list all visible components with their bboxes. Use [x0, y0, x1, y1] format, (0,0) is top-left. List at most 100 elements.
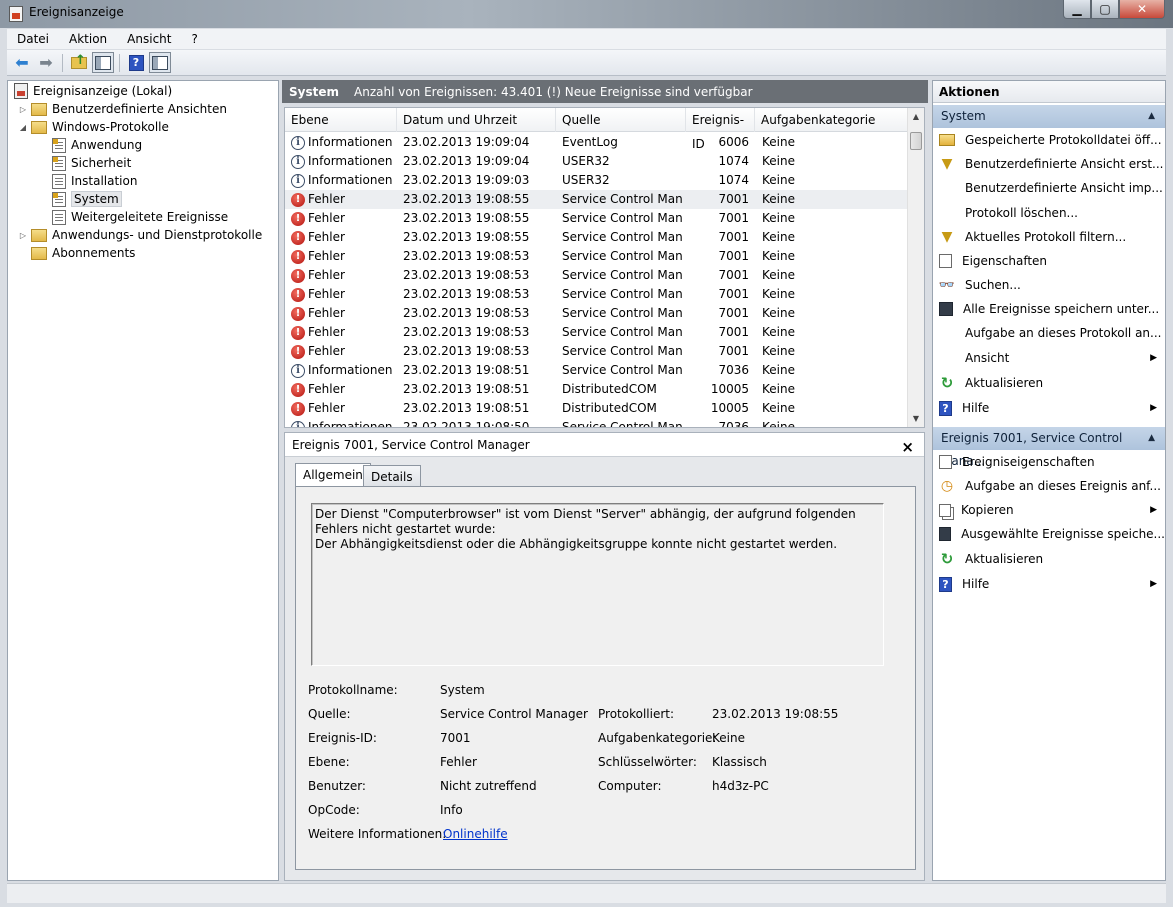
expand-arrow-icon[interactable]: ▷	[18, 105, 28, 114]
tree-item-subscriptions[interactable]: Abonnements	[31, 244, 135, 262]
opcode-label: OpCode:	[308, 803, 360, 817]
show-hide-action-pane-button[interactable]	[149, 52, 171, 73]
tree-item-security[interactable]: Sicherheit	[52, 154, 131, 172]
event-id-cell: 7001	[718, 230, 749, 244]
menu-ansicht[interactable]: Ansicht	[117, 32, 181, 46]
source-value: Service Control Manager	[440, 707, 588, 721]
column-header-event-id[interactable]: Ereignis-ID	[686, 108, 755, 151]
table-row[interactable]: ! Fehler 23.02.2013 19:08:53 Service Contro…	[285, 266, 907, 285]
table-row[interactable]: ! Fehler 23.02.2013 19:08:55 Service Contro…	[285, 209, 907, 228]
tree-item-windows-logs[interactable]: ◢ Windows-Protokolle	[18, 118, 169, 136]
event-viewer-app-icon[interactable]	[9, 6, 23, 22]
forward-button[interactable]: ➡	[35, 52, 57, 73]
table-row[interactable]: i Informationen 23.02.2013 19:08:51 Service…	[285, 361, 907, 380]
collapse-caret-icon[interactable]: ▲	[1148, 105, 1155, 128]
menu-aktion[interactable]: Aktion	[59, 32, 117, 46]
toolbar-separator	[119, 53, 120, 72]
level-text: Fehler	[308, 192, 345, 206]
tree-item-custom-views[interactable]: ▷ Benutzerdefinierte Ansichten	[18, 100, 227, 118]
action-item[interactable]: ? Hilfe ▶	[933, 573, 1165, 595]
table-row[interactable]: i Informationen 23.02.2013 19:08:50 Service…	[285, 418, 907, 427]
action-item[interactable]: ▼ Benutzerdefinierte Ansicht erst...	[933, 153, 1165, 175]
table-row[interactable]: i Informationen 23.02.2013 19:09:04 EventLo…	[285, 133, 907, 152]
table-row[interactable]: ! Fehler 23.02.2013 19:08:53 Service Contro…	[285, 285, 907, 304]
column-header-category[interactable]: Aufgabenkategorie	[755, 108, 907, 132]
action-item[interactable]: Aufgabe an dieses Protokoll an...	[933, 322, 1165, 344]
collapse-caret-icon[interactable]: ▲	[1148, 427, 1155, 450]
show-hide-console-tree-button[interactable]	[92, 52, 114, 73]
tree-item-setup[interactable]: Installation	[52, 172, 137, 190]
menu-help[interactable]: ?	[181, 32, 207, 46]
up-one-level-button[interactable]	[68, 52, 90, 73]
maximize-button[interactable]: ▢	[1091, 0, 1119, 19]
action-item[interactable]: Eigenschaften	[933, 250, 1165, 272]
action-item[interactable]: ◷ Aufgabe an dieses Ereignis anf...	[933, 475, 1165, 497]
tree-item-app-service-logs[interactable]: ▷ Anwendungs- und Dienstprotokolle	[18, 226, 262, 244]
close-icon[interactable]: ×	[901, 435, 914, 459]
help-button[interactable]: ?	[125, 52, 147, 73]
submenu-arrow-icon: ▶	[1150, 505, 1157, 515]
action-item[interactable]: ↻ Aktualisieren	[933, 372, 1165, 394]
column-header-level[interactable]: Ebene	[285, 108, 397, 132]
blank-icon	[939, 350, 955, 366]
table-row[interactable]: ! Fehler 23.02.2013 19:08:51 DistributedCOM…	[285, 399, 907, 418]
tree-item-root[interactable]: Ereignisanzeige (Lokal)	[14, 82, 172, 100]
action-item[interactable]: Alle Ereignisse speichern unter...	[933, 298, 1165, 320]
actions-section-system[interactable]: System ▲	[933, 105, 1165, 128]
action-item[interactable]: Kopieren ▶	[933, 499, 1165, 521]
level-value: Fehler	[440, 755, 477, 769]
table-row[interactable]: ! Fehler 23.02.2013 19:08:53 Service Contro…	[285, 323, 907, 342]
table-row[interactable]: ! Fehler 23.02.2013 19:08:53 Service Contro…	[285, 304, 907, 323]
action-item[interactable]: Ausgewählte Ereignisse speiche...	[933, 523, 1165, 545]
column-header-source[interactable]: Quelle	[556, 108, 686, 132]
table-row[interactable]: ! Fehler 23.02.2013 19:08:53 Service Contro…	[285, 247, 907, 266]
action-label: Aktualisieren	[965, 376, 1044, 390]
action-item[interactable]: ? Hilfe ▶	[933, 397, 1165, 419]
scroll-up-icon[interactable]: ▲	[908, 108, 924, 125]
collapse-arrow-icon[interactable]: ◢	[18, 123, 28, 132]
action-item[interactable]: ▼ Aktuelles Protokoll filtern...	[933, 226, 1165, 248]
back-button[interactable]: ⬅	[11, 52, 33, 73]
event-id-cell: 7001	[718, 249, 749, 263]
menu-datei[interactable]: Datei	[7, 32, 59, 46]
scroll-down-icon[interactable]: ▼	[908, 410, 924, 427]
tab-details[interactable]: Details	[363, 465, 421, 488]
tree-item-application[interactable]: Anwendung	[52, 136, 142, 154]
close-button[interactable]: ✕	[1119, 0, 1165, 19]
event-list-scrollbar[interactable]: ▲ ▼	[907, 108, 924, 427]
table-row[interactable]: ! Fehler 23.02.2013 19:08:51 DistributedCOM…	[285, 380, 907, 399]
actions-pane: Aktionen System ▲ Gespeicherte Protokoll…	[932, 80, 1166, 881]
action-item[interactable]: 👓 Suchen...	[933, 274, 1165, 296]
expand-arrow-icon[interactable]: ▷	[18, 231, 28, 240]
action-item[interactable]: Gespeicherte Protokolldatei öff...	[933, 129, 1165, 151]
table-row[interactable]: ! Fehler 23.02.2013 19:08:53 Service Contro…	[285, 342, 907, 361]
table-row[interactable]: ! Fehler 23.02.2013 19:08:55 Service Contro…	[285, 228, 907, 247]
action-item[interactable]: ↻ Aktualisieren	[933, 548, 1165, 570]
scrollbar-thumb[interactable]	[910, 132, 922, 150]
online-help-link[interactable]: Onlinehilfe	[443, 827, 508, 841]
action-item[interactable]: Protokoll löschen...	[933, 202, 1165, 224]
date-cell: 23.02.2013 19:09:03	[403, 173, 530, 187]
actions-section-event[interactable]: Ereignis 7001, Service Control Mana... ▲	[933, 427, 1165, 468]
action-label: Suchen...	[965, 278, 1021, 292]
source-cell: Service Control Man...	[562, 249, 682, 263]
table-row[interactable]: ! Fehler 23.02.2013 19:08:55 Service Contro…	[285, 190, 907, 209]
event-message[interactable]: Der Dienst "Computerbrowser" ist vom Die…	[311, 503, 884, 666]
tab-allgemein[interactable]: Allgemein	[295, 463, 371, 488]
column-header-date[interactable]: Datum und Uhrzeit	[397, 108, 556, 132]
action-item[interactable]: Ereigniseigenschaften	[933, 451, 1165, 473]
action-item[interactable]: Benutzerdefinierte Ansicht imp...	[933, 177, 1165, 199]
table-row[interactable]: i Informationen 23.02.2013 19:09:03 USER32 1…	[285, 171, 907, 190]
event-detail-pane: Ereignis 7001, Service Control Manager ×…	[284, 432, 925, 881]
minimize-button[interactable]: ▁	[1063, 0, 1091, 19]
blank-icon	[939, 180, 955, 196]
keywords-value: Klassisch	[712, 755, 767, 769]
date-cell: 23.02.2013 19:08:53	[403, 287, 530, 301]
action-item[interactable]: Ansicht ▶	[933, 347, 1165, 369]
date-cell: 23.02.2013 19:08:51	[403, 382, 530, 396]
table-row[interactable]: i Informationen 23.02.2013 19:09:04 USER32 1…	[285, 152, 907, 171]
tree-item-label: System	[71, 191, 122, 207]
tree-item-forwarded-events[interactable]: Weitergeleitete Ereignisse	[52, 208, 228, 226]
tree-item-system[interactable]: System	[52, 190, 122, 208]
logged-label: Protokolliert:	[598, 707, 675, 721]
